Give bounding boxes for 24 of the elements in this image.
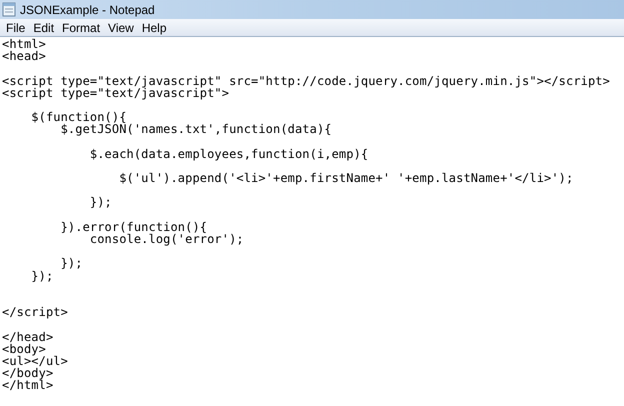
code-line: <html> bbox=[2, 37, 46, 51]
code-line: </html> bbox=[2, 378, 54, 392]
menu-item[interactable]: View bbox=[104, 18, 138, 36]
menu-item[interactable]: Format bbox=[58, 18, 104, 36]
window-title: JSONExample - Notepad bbox=[20, 2, 155, 18]
code-line: $.each(data.employees,function(i,emp){ bbox=[88, 146, 368, 161]
code-line: </head> bbox=[2, 330, 54, 344]
code-line: console.log('error'); bbox=[90, 232, 244, 246]
menu-item[interactable]: File bbox=[2, 18, 30, 36]
code-line: <head> bbox=[2, 49, 46, 64]
notepad-icon bbox=[2, 2, 16, 17]
code-line: </script> bbox=[2, 305, 68, 320]
code-line: <body> bbox=[2, 342, 46, 356]
code-line: $(function(){ bbox=[30, 110, 127, 124]
code-line: }); bbox=[30, 268, 54, 283]
code-line: <script type="text/javascript" src="http://code.jquery.com/jquery.min.js"></script> bbox=[2, 74, 610, 88]
menu-item[interactable]: Help bbox=[138, 18, 171, 36]
code-line: $('ul').append('<li>'+emp.firstName+' '+emp.lastName+'</li>'); bbox=[118, 171, 574, 186]
code-line: }); bbox=[60, 256, 83, 270]
menu-item[interactable]: Edit bbox=[29, 18, 58, 36]
code-line: }); bbox=[88, 195, 112, 210]
code-line: }).error(function(){ bbox=[60, 220, 208, 234]
code-line: $.getJSON('names.txt',function(data){ bbox=[60, 122, 332, 136]
code-line: </body> bbox=[2, 366, 54, 380]
